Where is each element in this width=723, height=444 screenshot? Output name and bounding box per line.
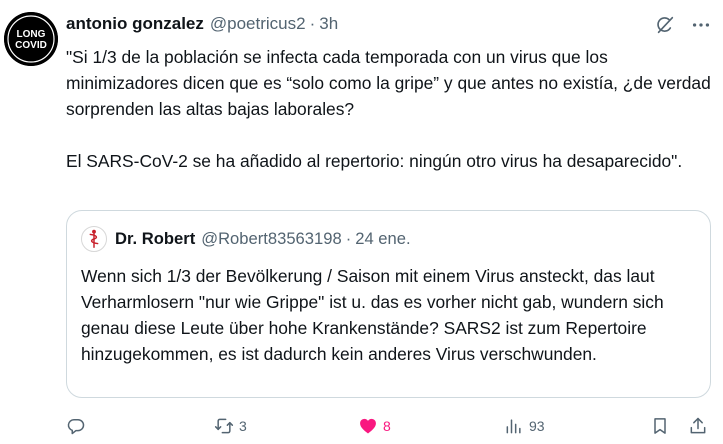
header-actions (654, 14, 712, 36)
author-handle[interactable]: @poetricus2 (210, 14, 306, 34)
views-count: 93 (529, 418, 545, 434)
retweet-count: 3 (239, 418, 247, 434)
quoted-tweet-text: Wenn sich 1/3 der Bevölkerung / Saison m… (81, 266, 664, 364)
quoted-tweet[interactable]: Dr. Robert @Robert83563198 · 24 ene. Wen… (66, 210, 711, 398)
bookmark-icon (650, 416, 670, 436)
quoted-author-handle: @Robert83563198 (201, 229, 342, 248)
reply-icon (66, 416, 86, 436)
views-button[interactable]: 93 (504, 414, 545, 438)
retweet-icon (214, 416, 234, 436)
like-button[interactable]: 8 (358, 414, 391, 438)
heart-filled-icon (358, 416, 378, 436)
quoted-author-avatar (81, 226, 107, 252)
author-avatar[interactable]: LONG COVID (4, 12, 58, 66)
avatar-text-line1: LONG (17, 29, 46, 40)
bookmark-button[interactable] (650, 414, 670, 438)
tweet-card[interactable]: LONG COVID antonio gonzalez @poetricus2 … (0, 0, 723, 444)
tweet-timestamp[interactable]: 3h (319, 14, 338, 34)
reply-button[interactable] (66, 414, 91, 438)
quoted-timestamp: 24 ene. (355, 229, 411, 248)
tweet-text: "Si 1/3 de la población se infecta cada … (66, 47, 711, 171)
share-button[interactable] (688, 414, 708, 438)
avatar-text-line2: COVID (15, 40, 47, 51)
like-count: 8 (383, 418, 391, 434)
analytics-icon (504, 416, 524, 436)
quoted-tweet-header: Dr. Robert @Robert83563198 · 24 ene. (81, 225, 411, 253)
tweet-header: antonio gonzalez @poetricus2 · 3h (66, 12, 338, 36)
quoted-separator-dot: · (345, 229, 352, 248)
separator-dot: · (309, 14, 316, 33)
quoted-author-display-name: Dr. Robert (115, 229, 196, 248)
share-icon (688, 416, 708, 436)
author-display-name[interactable]: antonio gonzalez (66, 14, 204, 34)
more-icon[interactable] (690, 14, 712, 36)
tweet-actions: 3 8 93 (66, 414, 706, 438)
retweet-button[interactable]: 3 (214, 414, 247, 438)
grok-icon[interactable] (654, 14, 676, 36)
